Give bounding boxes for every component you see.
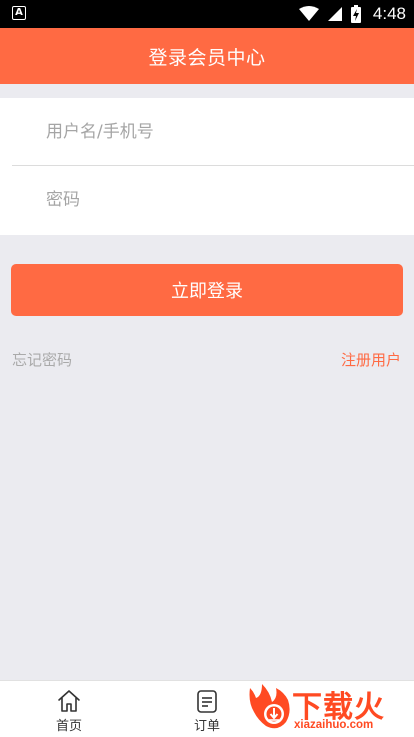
home-icon <box>58 690 80 712</box>
forgot-password-link[interactable]: 忘记密码 <box>12 349 72 370</box>
tab-orders[interactable]: 订单 <box>167 681 247 737</box>
battery-charging-icon <box>350 5 361 23</box>
app-header: 登录会员中心 <box>0 28 414 84</box>
page-title: 登录会员中心 <box>148 46 266 69</box>
tab-home-label: 首页 <box>55 719 82 734</box>
watermark-logo: 下载火 xiazaihuo.com <box>244 682 414 736</box>
login-button-label: 立即登录 <box>171 281 243 302</box>
login-form <box>0 98 414 235</box>
status-time: 4:48 <box>372 4 406 23</box>
cellular-signal-icon <box>327 7 342 21</box>
flame-logo-icon <box>249 684 290 729</box>
tab-home[interactable]: 首页 <box>29 681 109 737</box>
status-icons: 4:48 <box>298 3 406 25</box>
password-input[interactable] <box>12 166 414 234</box>
register-link[interactable]: 注册用户 <box>341 349 401 370</box>
wifi-icon <box>298 6 319 21</box>
tab-orders-label: 订单 <box>193 719 220 734</box>
document-icon <box>197 690 217 713</box>
watermark-url: xiazaihuo.com <box>294 719 374 731</box>
login-button[interactable]: 立即登录 <box>11 264 403 316</box>
username-input[interactable] <box>12 98 414 166</box>
status-bar: A 4:48 <box>0 0 414 28</box>
a-icon: A <box>12 6 26 20</box>
